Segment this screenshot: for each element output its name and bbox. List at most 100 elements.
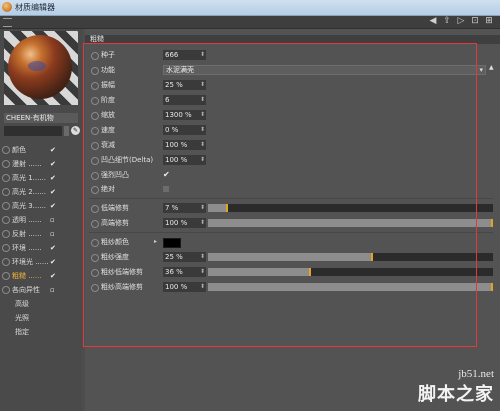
lock-icon[interactable]: ⊡ xyxy=(470,17,480,26)
sidebar-sub-item[interactable]: 光照 xyxy=(2,311,82,325)
rough-low-clip-slider[interactable] xyxy=(208,268,493,276)
channel-checkbox[interactable]: ▫ xyxy=(50,216,55,224)
channel-radio[interactable] xyxy=(2,160,10,168)
scroll-up-icon[interactable]: ▲ xyxy=(489,64,495,73)
sidebar-channel-item[interactable]: 高光 1...... ✔ xyxy=(2,171,82,185)
rough-strength-slider[interactable] xyxy=(208,253,493,261)
delta-input[interactable]: 100 % xyxy=(163,155,206,165)
slider-handle[interactable] xyxy=(226,204,228,212)
seed-input[interactable]: 666 xyxy=(163,50,206,60)
attenuation-label: 衰减 xyxy=(101,141,115,149)
absolute-checkbox[interactable] xyxy=(163,186,169,192)
scale-input[interactable]: 1300 % xyxy=(163,110,206,120)
expand-arrow-icon[interactable]: ▸ xyxy=(154,237,157,247)
sub-item-label: 指定 xyxy=(15,328,29,336)
strong-bump-checkbox[interactable]: ✔ xyxy=(163,170,171,180)
channel-checkbox[interactable]: ▫ xyxy=(50,230,55,238)
channel-radio[interactable] xyxy=(2,188,10,196)
octaves-input[interactable]: 6 xyxy=(163,95,206,105)
rough-color-swatch[interactable] xyxy=(163,238,181,248)
channel-checkbox[interactable]: ✔ xyxy=(50,258,56,266)
sidebar-channel-item[interactable]: 高光 2...... ✔ xyxy=(2,185,82,199)
animate-radio[interactable] xyxy=(91,82,99,90)
sidebar-channel-item[interactable]: 粗糙 ...... ✔ xyxy=(2,269,82,283)
up-arrow-icon[interactable]: ⇧ xyxy=(442,17,452,26)
sidebar-sub-item[interactable]: 高级 xyxy=(2,297,82,311)
sidebar-channel-item[interactable]: 漫射 ...... ✔ xyxy=(2,157,82,171)
channel-checkbox[interactable]: ✔ xyxy=(50,146,56,154)
new-window-icon[interactable]: ⊞ xyxy=(484,17,494,26)
divider xyxy=(89,198,493,199)
channel-checkbox[interactable]: ▫ xyxy=(50,286,55,294)
rough-high-clip-input[interactable]: 100 % xyxy=(163,282,206,292)
sidebar-channel-item[interactable]: 反射 ...... ▫ xyxy=(2,227,82,241)
slider-handle[interactable] xyxy=(309,268,311,276)
animate-radio[interactable] xyxy=(91,205,99,213)
channel-checkbox[interactable]: ✔ xyxy=(50,272,56,280)
channel-radio[interactable] xyxy=(2,216,10,224)
animate-radio[interactable] xyxy=(91,186,99,194)
channel-radio[interactable] xyxy=(2,202,10,210)
attenuation-input[interactable]: 100 % xyxy=(163,140,206,150)
function-dropdown[interactable]: 水泥满壳 xyxy=(163,65,486,75)
sidebar-channel-item[interactable]: 各向异性 ▫ xyxy=(2,283,82,297)
forward-arrow-icon[interactable]: ▷ xyxy=(456,17,466,26)
animate-radio[interactable] xyxy=(91,254,99,262)
animate-radio[interactable] xyxy=(91,142,99,150)
channel-checkbox[interactable]: ✔ xyxy=(50,244,56,252)
sidebar-channel-item[interactable]: 颜色 ✔ xyxy=(2,143,82,157)
speed-input[interactable]: 0 % xyxy=(163,125,206,135)
sidebar-channel-item[interactable]: 透明 ...... ▫ xyxy=(2,213,82,227)
sidebar-sub-item[interactable]: 指定 xyxy=(2,325,82,339)
channel-checkbox[interactable]: ✔ xyxy=(50,188,56,196)
slider-handle[interactable] xyxy=(491,283,493,291)
animate-radio[interactable] xyxy=(91,269,99,277)
channel-radio[interactable] xyxy=(2,272,10,280)
high-clip-slider[interactable] xyxy=(208,219,493,227)
animate-radio[interactable] xyxy=(91,284,99,292)
channel-radio[interactable] xyxy=(2,244,10,252)
channel-radio[interactable] xyxy=(2,230,10,238)
slider-fill xyxy=(208,253,373,261)
channel-radio[interactable] xyxy=(2,286,10,294)
channel-filter-spinner[interactable] xyxy=(64,126,69,136)
material-preview[interactable] xyxy=(4,31,78,105)
channel-filter-field[interactable] xyxy=(4,126,62,136)
window-title: 材质编辑器 xyxy=(15,3,55,12)
menu-icon[interactable] xyxy=(3,18,12,27)
octaves-label: 阶度 xyxy=(101,96,115,104)
channel-checkbox[interactable]: ✔ xyxy=(50,174,56,182)
slider-handle[interactable] xyxy=(491,219,493,227)
sidebar-channel-item[interactable]: 环境 ...... ✔ xyxy=(2,241,82,255)
high-clip-input[interactable]: 100 % xyxy=(163,218,206,228)
animate-radio[interactable] xyxy=(91,157,99,165)
sidebar-channel-item[interactable]: 环境光 ...... ✔ xyxy=(2,255,82,269)
animate-radio[interactable] xyxy=(91,112,99,120)
rough-high-clip-slider[interactable] xyxy=(208,283,493,291)
channel-checkbox[interactable]: ✔ xyxy=(50,160,56,168)
animate-radio[interactable] xyxy=(91,97,99,105)
rough-strength-label: 粗纱强度 xyxy=(101,253,129,261)
absolute-row: 绝对 xyxy=(89,184,497,194)
material-name-field[interactable]: CHEEN-有机物 xyxy=(4,113,78,123)
low-clip-input[interactable]: 7 % xyxy=(163,203,206,213)
rough-low-clip-input[interactable]: 36 % xyxy=(163,267,206,277)
amplitude-input[interactable]: 25 % xyxy=(163,80,206,90)
scale-label: 缩放 xyxy=(101,111,115,119)
back-arrow-icon[interactable]: ◀ xyxy=(428,17,438,26)
channel-radio[interactable] xyxy=(2,174,10,182)
slider-handle[interactable] xyxy=(371,253,373,261)
low-clip-slider[interactable] xyxy=(208,204,493,212)
animate-radio[interactable] xyxy=(91,239,99,247)
channel-radio[interactable] xyxy=(2,146,10,154)
animate-radio[interactable] xyxy=(91,67,99,75)
picker-icon[interactable]: ✎ xyxy=(71,126,80,135)
animate-radio[interactable] xyxy=(91,127,99,135)
rough-strength-input[interactable]: 25 % xyxy=(163,252,206,262)
animate-radio[interactable] xyxy=(91,52,99,60)
channel-checkbox[interactable]: ✔ xyxy=(50,202,56,210)
channel-radio[interactable] xyxy=(2,258,10,266)
animate-radio[interactable] xyxy=(91,220,99,228)
animate-radio[interactable] xyxy=(91,172,99,180)
sidebar-channel-item[interactable]: 高光 3...... ✔ xyxy=(2,199,82,213)
